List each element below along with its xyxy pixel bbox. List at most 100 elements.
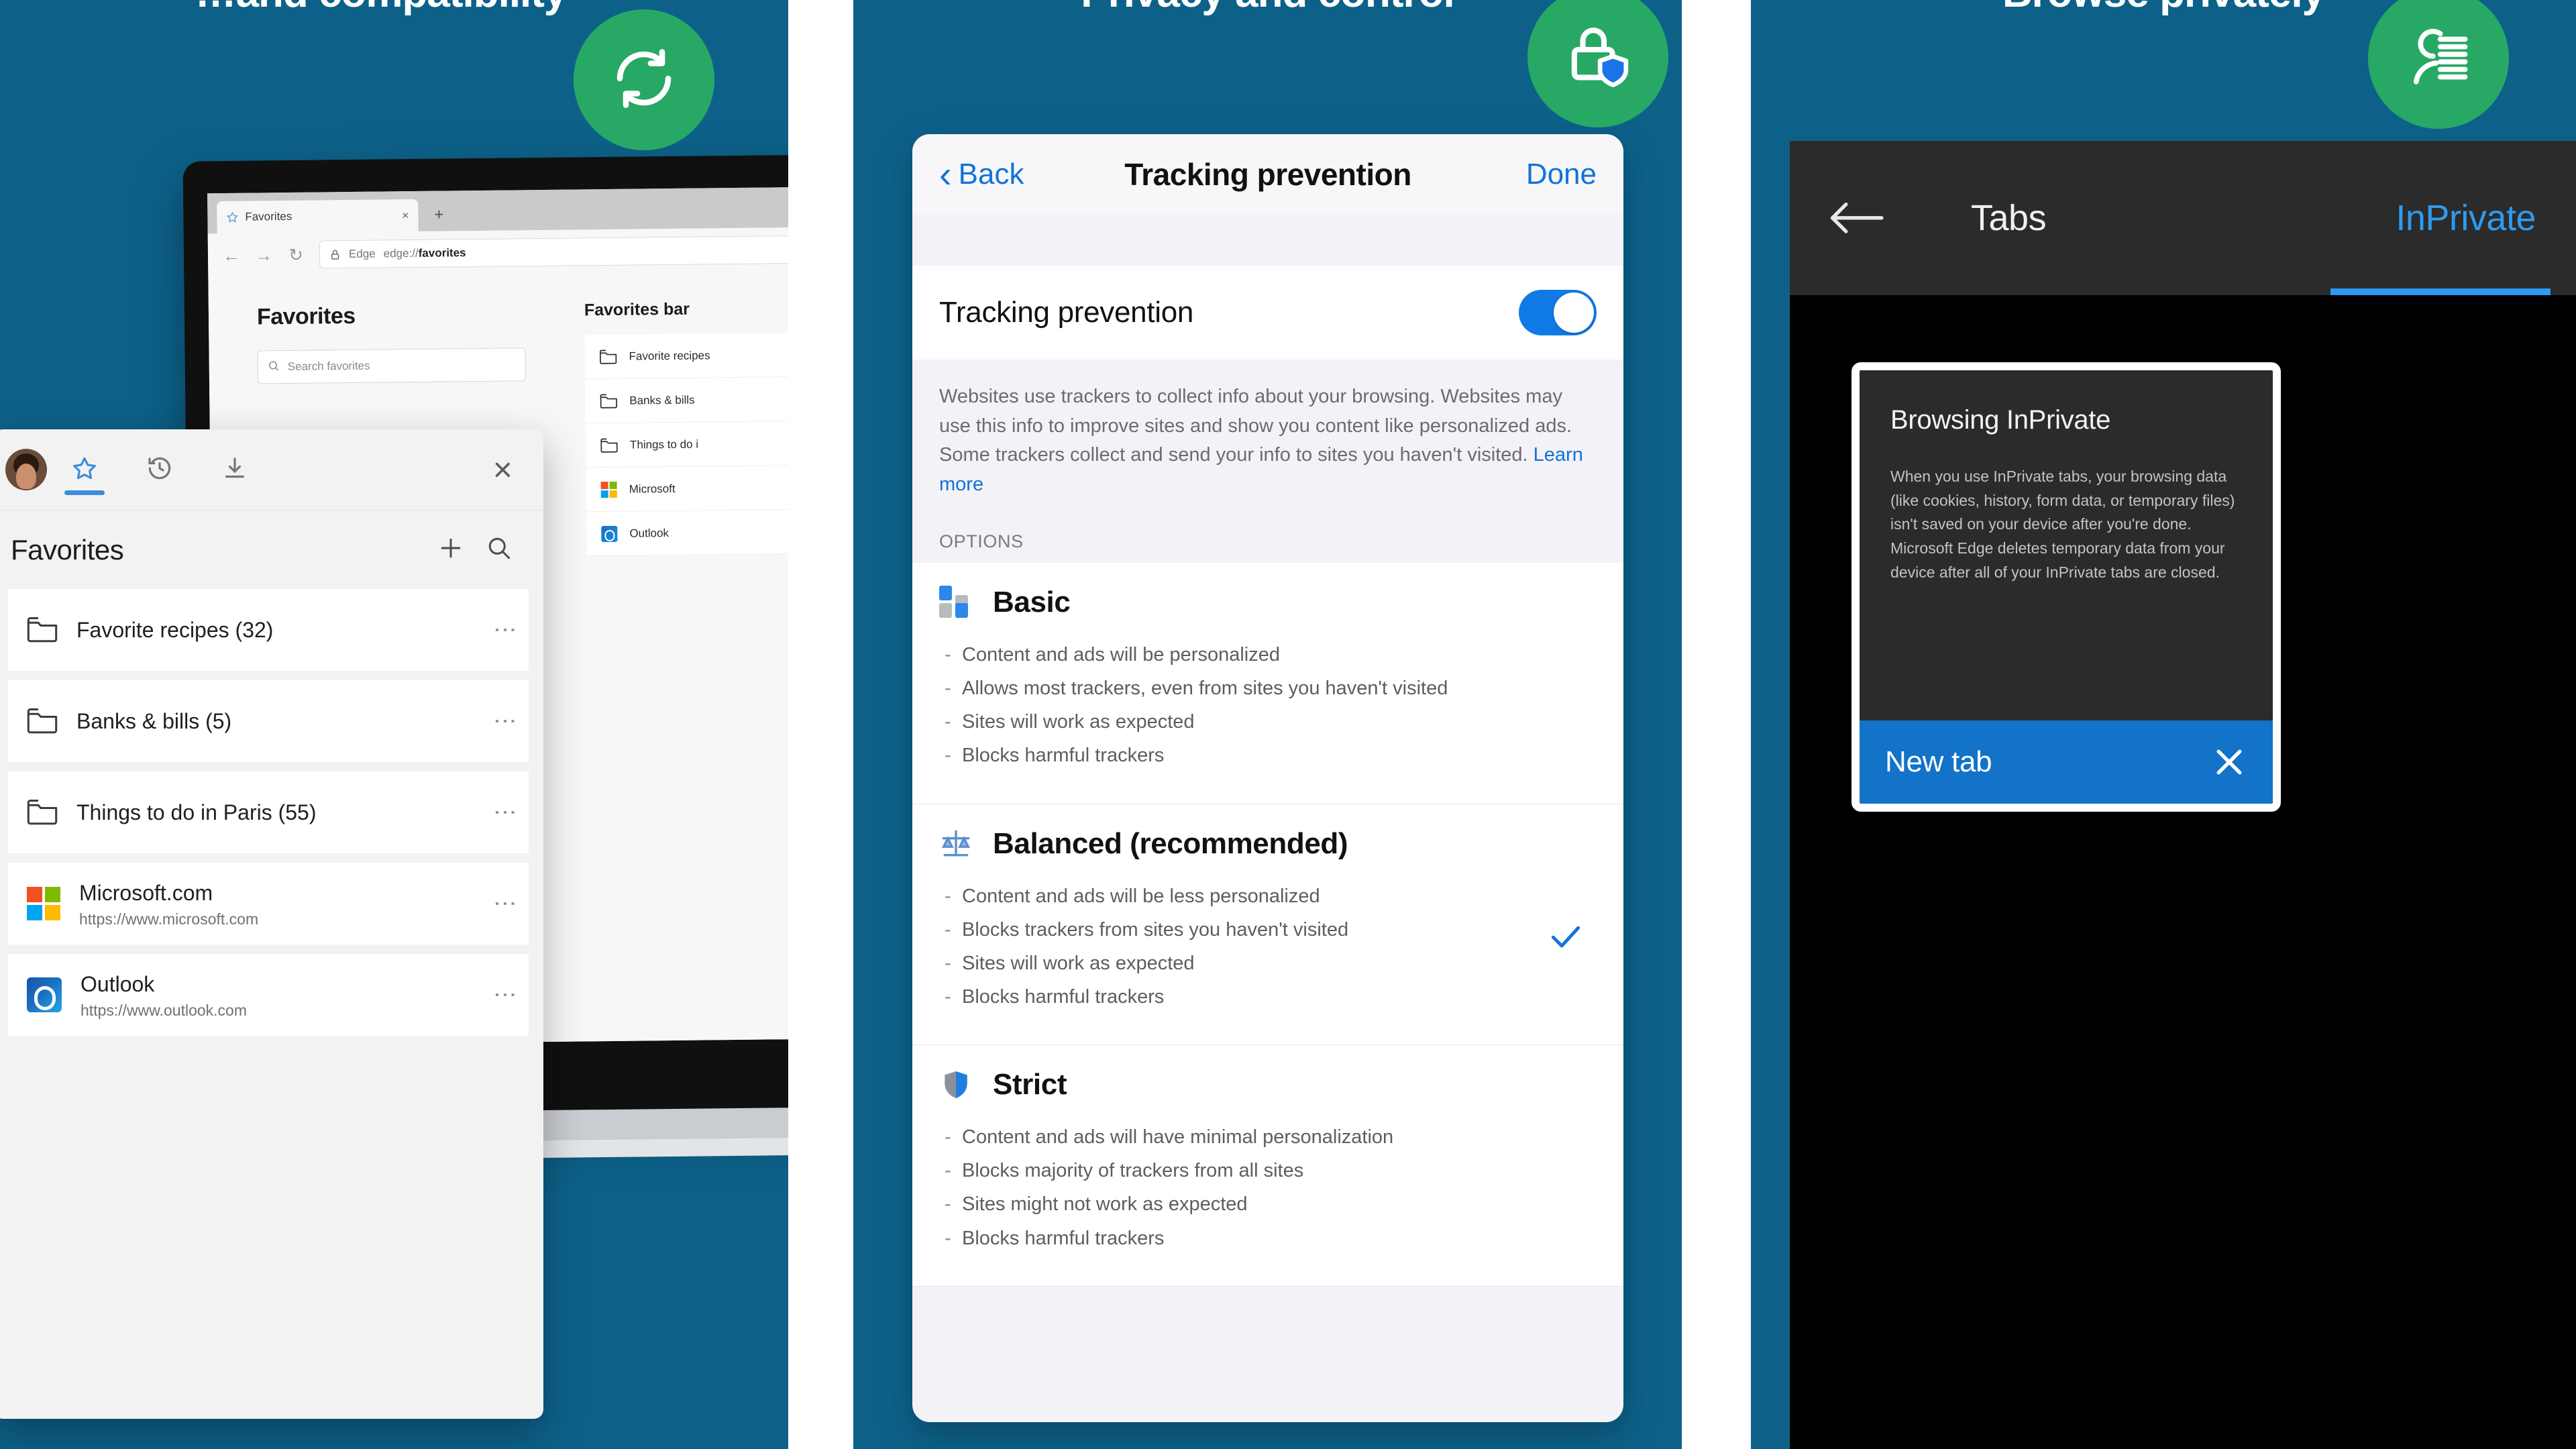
favorites-bar-heading: Favorites bar	[584, 299, 690, 320]
outlook-logo-icon	[601, 525, 618, 542]
favorites-bar-list: Favorite recipes Banks & bills Things to d…	[584, 331, 788, 557]
inprivate-tab-label: New tab	[1885, 745, 1992, 778]
outlook-logo-icon	[27, 977, 62, 1012]
panel-privacy-control: Privacy and control ‹ Back Tracking prev…	[853, 0, 1682, 1449]
favorites-list-item-title: Things to do in Paris (55)	[76, 800, 317, 824]
tracking-prevention-toggle[interactable]	[1519, 290, 1597, 335]
tracking-option-basic[interactable]: Basic Content and ads will be personalize…	[912, 563, 1623, 804]
folder-icon	[600, 393, 617, 409]
flyout-heading: Favorites	[11, 533, 124, 566]
more-options-icon[interactable]: ⋮	[492, 892, 518, 915]
tracking-options-list: Basic Content and ads will be personalize…	[912, 563, 1623, 1287]
history-icon	[146, 455, 173, 485]
browser-tab-close-icon[interactable]: ×	[402, 209, 409, 223]
folder-icon	[27, 799, 58, 826]
tracking-prevention-row[interactable]: Tracking prevention	[912, 266, 1623, 360]
options-header: OPTIONS	[912, 513, 1623, 563]
favorites-bar-item[interactable]: Banks & bills	[584, 376, 788, 424]
tracking-option-bullets: Content and ads will be less personalize…	[939, 883, 1476, 1011]
address-path: favorites	[418, 246, 466, 260]
badge-sync	[574, 9, 714, 150]
sync-icon	[608, 42, 680, 118]
tracking-option-bullet: Sites will work as expected	[943, 951, 1476, 977]
inprivate-navbar: Tabs InPrivate	[1790, 141, 2576, 295]
favorites-list-item[interactable]: Favorite recipes (32) ⋮	[8, 589, 529, 671]
favorites-bar-item-label: Favorite recipes	[629, 348, 710, 363]
star-favicon-icon	[226, 211, 239, 223]
favorites-list-item-title: Banks & bills (5)	[76, 709, 232, 733]
tracking-option-header: Strict	[939, 1068, 1597, 1102]
page-search-input[interactable]: Search favorites	[257, 347, 527, 384]
browser-urlbar: ← → ↻ Edge edge://favorites	[207, 226, 788, 278]
favorites-list-item[interactable]: Outlook https://www.outlook.com ⋮	[8, 954, 529, 1036]
tracking-option-header: Balanced (recommended)	[939, 827, 1597, 861]
tab-active-indicator	[2330, 288, 2551, 295]
inprivate-person-icon	[2402, 21, 2475, 97]
favorites-bar-item[interactable]: Things to do i	[585, 420, 788, 468]
refresh-icon[interactable]: ↻	[287, 244, 305, 265]
favorites-list-item-title: Outlook	[80, 971, 155, 996]
flyout-tab-history[interactable]	[122, 429, 197, 510]
tracking-option-bullet: Blocks harmful trackers	[943, 743, 1476, 769]
address-value: edge://favorites	[383, 246, 466, 260]
browser-new-tab-button[interactable]: +	[434, 206, 443, 231]
inprivate-card[interactable]: Browsing InPrivate When you use InPrivat…	[1851, 362, 2281, 812]
tracking-prevention-label: Tracking prevention	[939, 296, 1194, 329]
settings-navbar: ‹ Back Tracking prevention Done	[912, 134, 1623, 215]
checkmark-icon	[1547, 918, 1585, 959]
tab-tabs[interactable]: Tabs	[1971, 197, 2047, 239]
search-icon[interactable]	[484, 533, 514, 566]
more-options-icon[interactable]: ⋮	[492, 619, 518, 641]
address-scheme: Edge	[348, 247, 376, 261]
flyout-tab-favorites[interactable]	[47, 429, 122, 510]
close-icon[interactable]	[2211, 744, 2247, 780]
favorites-list-item[interactable]: Things to do in Paris (55) ⋮	[8, 771, 529, 853]
tracking-option-bullets: Content and ads will have minimal person…	[939, 1124, 1476, 1252]
favorites-list-item-text: Outlook https://www.outlook.com	[80, 971, 480, 1020]
avatar[interactable]	[5, 449, 47, 490]
tracking-option-name: Balanced (recommended)	[993, 826, 1348, 860]
page-right-column: Favorites bar Favorite recipes Banks & bi…	[584, 298, 788, 1045]
back-button[interactable]: ‹ Back	[939, 155, 1024, 193]
tracking-option-balanced[interactable]: Balanced (recommended) Content and ads wi…	[912, 804, 1623, 1046]
tracking-option-strict[interactable]: Strict Content and ads will have minimal …	[912, 1045, 1623, 1287]
favorites-bar-item[interactable]: Microsoft	[586, 464, 788, 513]
tab-inprivate[interactable]: InPrivate	[2396, 197, 2538, 239]
close-icon[interactable]: ×	[493, 453, 513, 486]
favorites-list-item[interactable]: Banks & bills (5) ⋮	[8, 680, 529, 762]
more-options-icon[interactable]: ⋮	[492, 983, 518, 1006]
plus-icon[interactable]	[436, 533, 466, 566]
search-icon	[268, 360, 280, 375]
favorites-bar-item[interactable]: Outlook	[586, 508, 788, 557]
inprivate-tab-bar[interactable]: New tab	[1860, 720, 2273, 804]
favorites-list-item-url: https://www.outlook.com	[80, 1001, 247, 1019]
section-spacer	[912, 215, 1623, 266]
phone-mock-inprivate: Tabs InPrivate Browsing InPrivate When y…	[1790, 141, 2576, 1449]
forward-icon[interactable]: →	[255, 245, 272, 266]
favorites-bar-item-label: Banks & bills	[629, 393, 695, 407]
browser-tabstrip: Favorites × +	[207, 186, 788, 234]
favorites-bar-item[interactable]: Favorite recipes	[584, 331, 788, 380]
inprivate-card-heading: Browsing InPrivate	[1890, 405, 2111, 435]
downloads-icon	[221, 455, 248, 485]
more-options-icon[interactable]: ⋮	[492, 801, 518, 824]
tracking-option-bullet: Allows most trackers, even from sites yo…	[943, 676, 1476, 702]
tracking-description: Websites use trackers to collect info ab…	[912, 360, 1623, 513]
lock-icon	[329, 249, 341, 260]
more-options-icon[interactable]: ⋮	[492, 710, 518, 733]
tracking-description-text: Websites use trackers to collect info ab…	[939, 386, 1572, 466]
tracking-option-bullet: Sites will work as expected	[943, 709, 1476, 735]
back-icon[interactable]: ←	[223, 245, 240, 266]
page-title: Favorites	[256, 303, 356, 330]
address-bar[interactable]: Edge edge://favorites	[319, 235, 788, 269]
tracking-option-bullet: Blocks trackers from sites you haven't v…	[943, 917, 1476, 943]
arrow-left-icon[interactable]	[1827, 199, 1885, 237]
favorites-list-item[interactable]: Microsoft.com https://www.microsoft.com ⋮	[8, 863, 529, 945]
page-search-placeholder: Search favorites	[287, 359, 370, 373]
phone-mock-settings: ‹ Back Tracking prevention Done Tracking…	[912, 134, 1623, 1422]
balance-scale-icon	[939, 827, 973, 861]
flyout-tab-downloads[interactable]	[197, 429, 272, 510]
tracking-option-name: Strict	[993, 1068, 1067, 1102]
done-button[interactable]: Done	[1526, 158, 1597, 191]
browser-tab[interactable]: Favorites ×	[217, 199, 419, 234]
